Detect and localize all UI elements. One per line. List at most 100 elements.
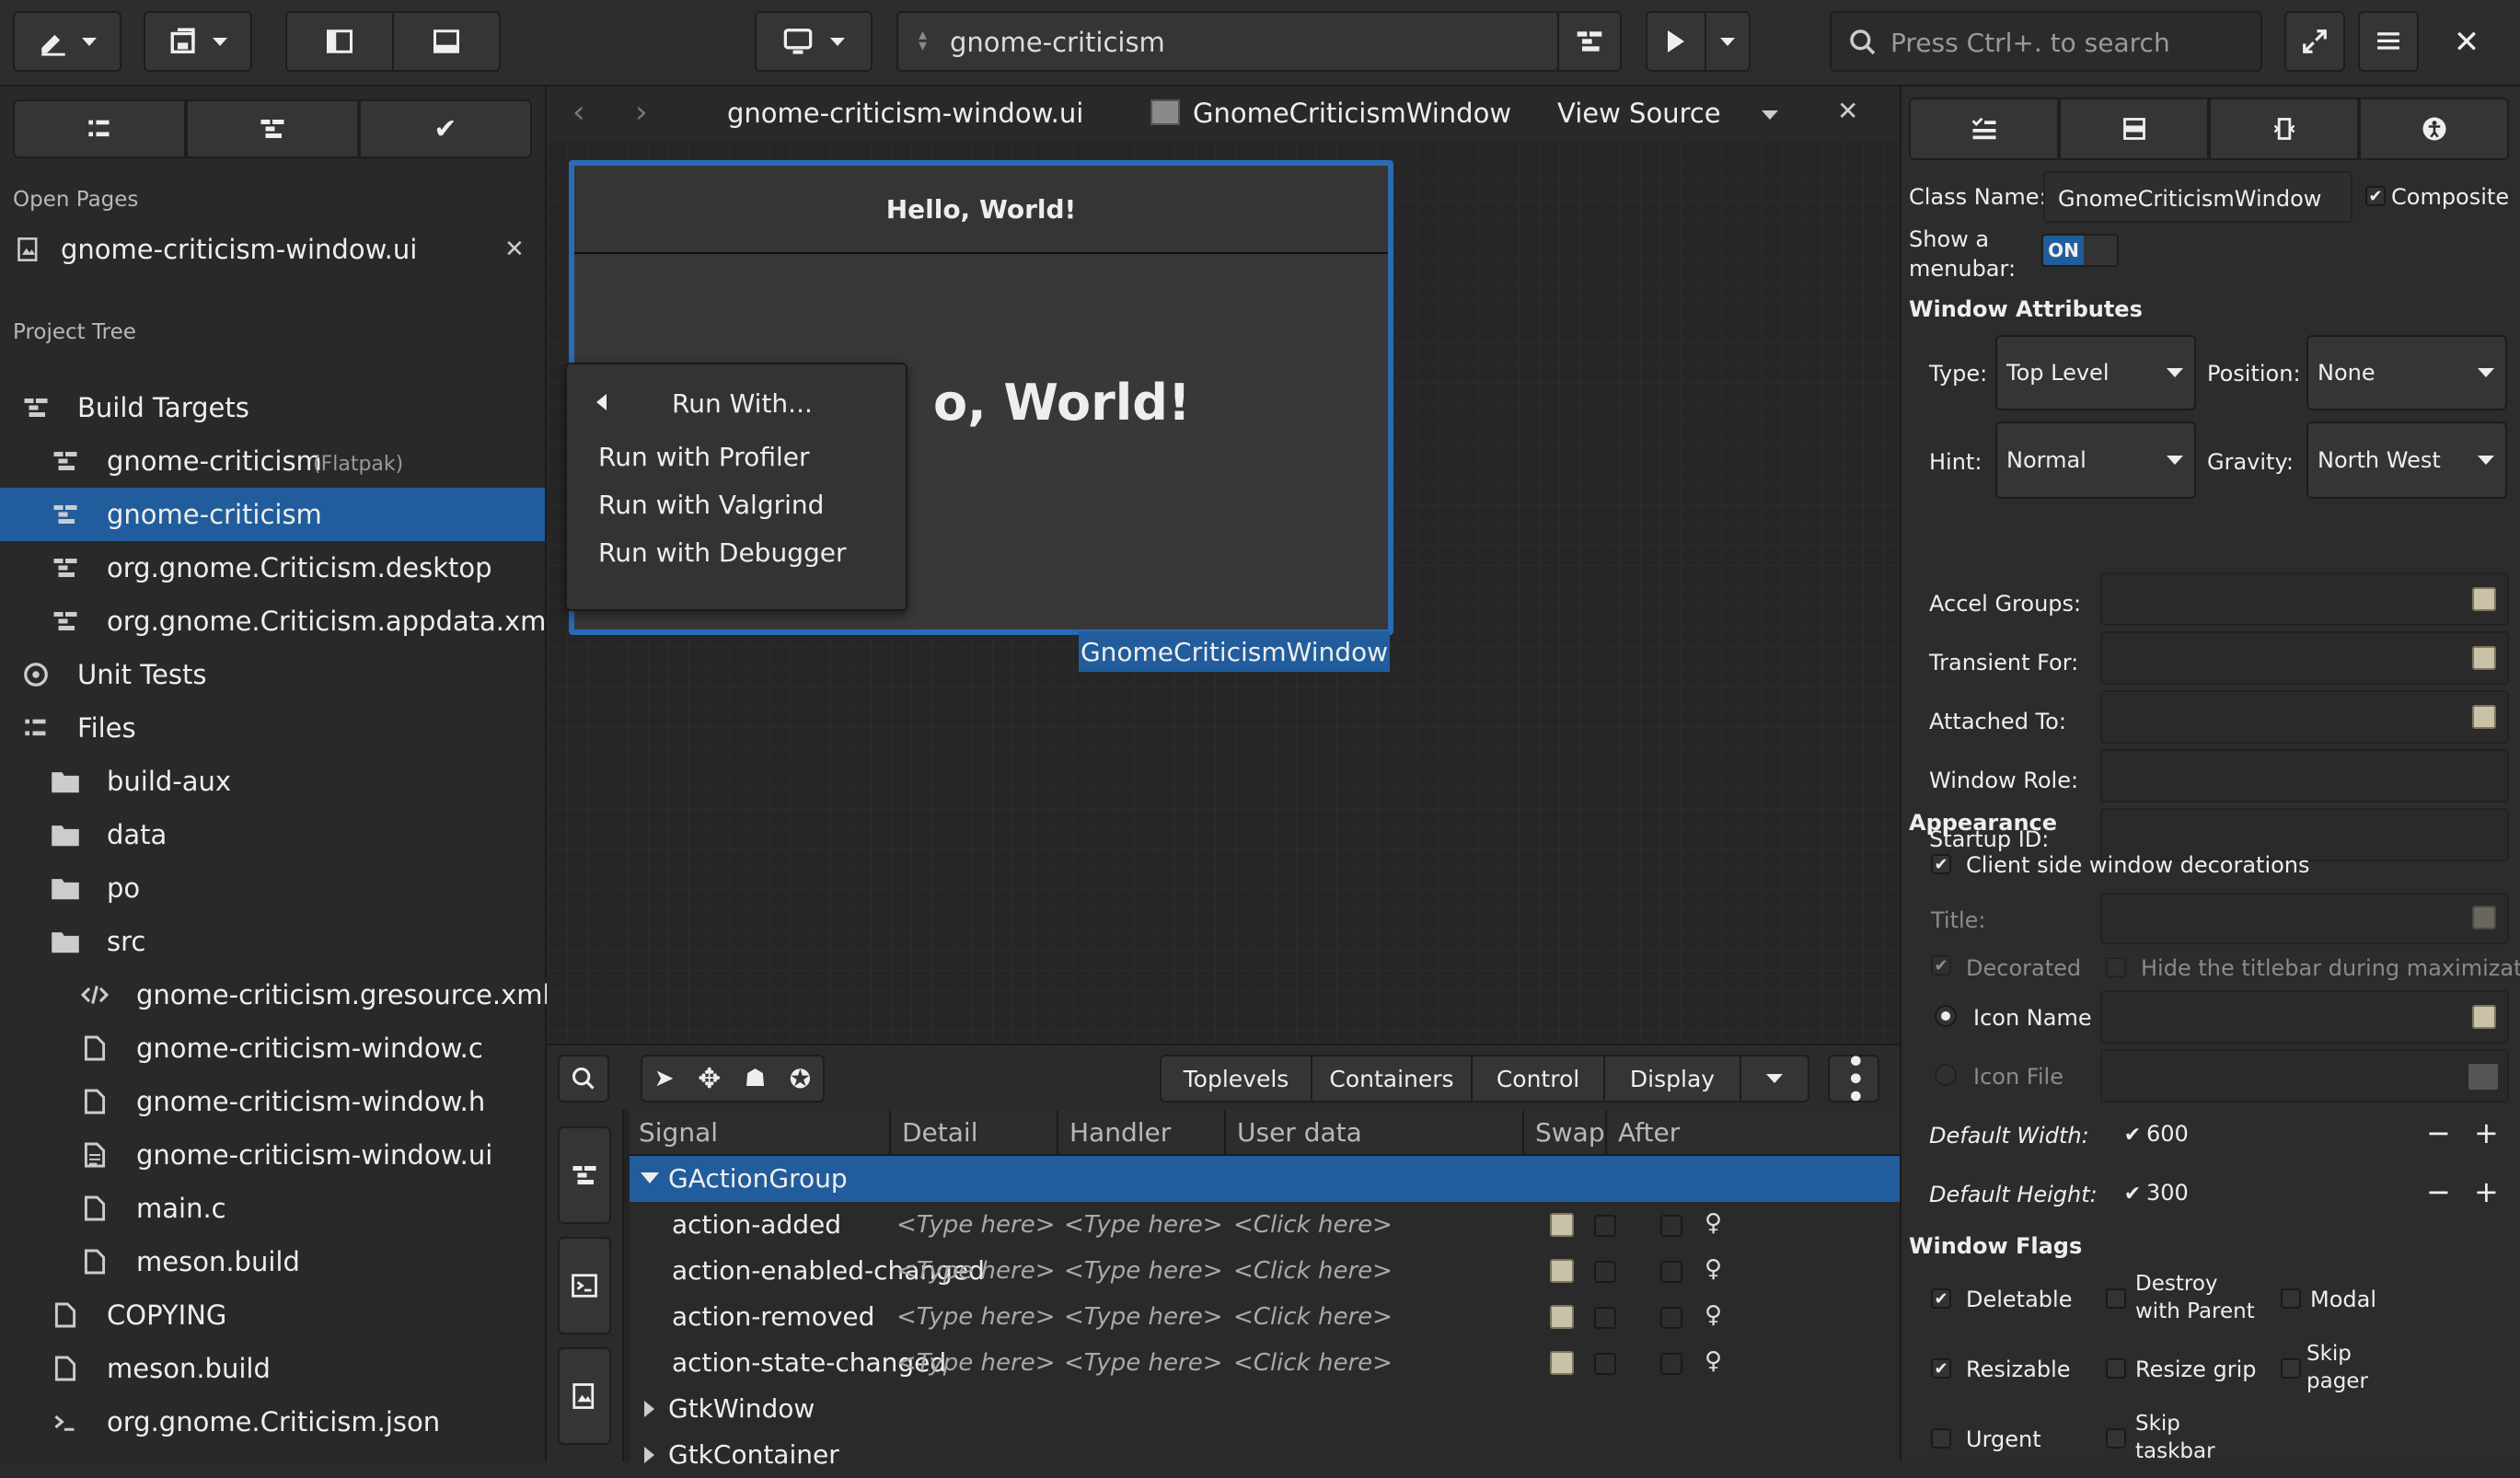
detail-cell[interactable]: <Type here> — [896, 1349, 1056, 1377]
signals-side-tab[interactable] — [558, 1126, 611, 1224]
device-selector-button[interactable] — [755, 11, 873, 72]
tree-item[interactable]: COPYING — [0, 1288, 545, 1342]
palette-menu-button[interactable]: ••• — [1828, 1052, 1879, 1105]
search-bar[interactable]: Press Ctrl+. to search — [1830, 11, 2262, 72]
tree-item[interactable]: Unit Tests — [0, 648, 545, 701]
edit-icon[interactable] — [1550, 1305, 1574, 1329]
bulb-icon[interactable]: ♀ — [1705, 1301, 1722, 1329]
user-data-cell[interactable]: <Click here> — [1233, 1303, 1393, 1331]
tree-item[interactable]: meson.build — [0, 1235, 545, 1288]
tree-item[interactable]: gnome-criticism-window.ui — [0, 1128, 545, 1182]
after-checkbox[interactable] — [1660, 1353, 1682, 1375]
col-swap[interactable]: Swap — [1535, 1117, 1605, 1148]
col-user-data[interactable]: User data — [1237, 1117, 1362, 1148]
project-bar[interactable]: ▴ ▾ gnome-criticism — [896, 11, 1561, 72]
after-checkbox[interactable] — [1660, 1215, 1682, 1237]
tree-item[interactable]: main.c — [0, 1182, 545, 1235]
handler-cell[interactable]: <Type here> — [1064, 1257, 1223, 1285]
open-page-item[interactable]: gnome-criticism-window.ui ✕ — [0, 223, 545, 276]
skip-pager-checkbox[interactable] — [2281, 1358, 2301, 1379]
attached-to-field[interactable] — [2100, 690, 2509, 744]
tree-item[interactable]: gnome-criticism (Flatpak) — [0, 434, 545, 488]
tree-item[interactable]: gnome-criticism-window.h — [0, 1075, 545, 1128]
tree-item[interactable]: org.gnome.Criticism.appdata.xml — [0, 595, 553, 648]
csd-checkbox[interactable]: ✔ — [1931, 854, 1951, 874]
terminal-side-tab[interactable] — [558, 1237, 611, 1334]
toggle-left-panel-button[interactable] — [285, 11, 394, 72]
bulb-icon[interactable]: ♀ — [1705, 1255, 1722, 1283]
deletable-checkbox[interactable]: ✔ — [1931, 1288, 1951, 1309]
icon-file-radio[interactable] — [1935, 1064, 1957, 1086]
user-data-cell[interactable]: <Click here> — [1233, 1211, 1393, 1239]
drag-icon[interactable]: ☗ — [745, 1065, 766, 1092]
default-width-spin[interactable]: 600 − + — [2126, 1108, 2509, 1161]
user-data-cell[interactable]: <Click here> — [1233, 1349, 1393, 1377]
close-page-icon[interactable]: ✕ — [504, 236, 525, 263]
signal-group-row[interactable]: GtkWindow — [630, 1386, 1900, 1432]
build-targets-tab[interactable] — [186, 99, 359, 158]
skip-taskbar-checkbox[interactable] — [2106, 1428, 2126, 1449]
edit-menu-button[interactable] — [13, 11, 121, 72]
window-role-field[interactable] — [2100, 749, 2509, 803]
edit-icon[interactable] — [2472, 705, 2496, 729]
tab-control[interactable]: Control — [1473, 1057, 1605, 1101]
signal-row[interactable]: action-removed <Type here> <Type here> <Cli… — [630, 1294, 1900, 1340]
forward-arrow-icon[interactable]: › — [635, 94, 648, 131]
default-height-spin[interactable]: 300 − + — [2126, 1167, 2509, 1220]
urgent-checkbox[interactable] — [1931, 1428, 1951, 1449]
accel-groups-field[interactable] — [2100, 572, 2509, 626]
position-combo[interactable]: None — [2306, 335, 2507, 410]
palette-search-button[interactable] — [558, 1055, 609, 1103]
edit-icon[interactable] — [1550, 1351, 1574, 1375]
tree-item[interactable]: data — [0, 808, 545, 861]
close-tab-icon[interactable]: ✕ — [1837, 96, 1858, 126]
tree-item[interactable]: org.gnome.Criticism.desktop — [0, 541, 545, 595]
pointer-icon[interactable]: ➤ — [654, 1065, 675, 1092]
tree-item[interactable]: po — [0, 861, 545, 915]
tab-toplevels[interactable]: Toplevels — [1162, 1057, 1312, 1101]
run-button[interactable] — [1646, 11, 1706, 72]
back-arrow-icon[interactable]: ‹ — [572, 94, 585, 131]
gravity-combo[interactable]: North West — [2306, 421, 2507, 499]
tree-item[interactable]: Build Targets — [0, 381, 545, 434]
col-after[interactable]: After — [1618, 1117, 1680, 1148]
tab-display[interactable]: Display — [1605, 1057, 1741, 1101]
project-tree-tab[interactable] — [13, 99, 186, 158]
ui-file-side-tab[interactable] — [558, 1347, 611, 1445]
plus-icon[interactable]: + — [2474, 1174, 2499, 1209]
tree-item[interactable]: org.gnome.Criticism.json — [0, 1395, 545, 1449]
edit-icon[interactable] — [1550, 1259, 1574, 1283]
chevron-down-icon[interactable] — [1762, 110, 1778, 120]
col-detail[interactable]: Detail — [902, 1117, 977, 1148]
fullscreen-button[interactable] — [2284, 11, 2345, 72]
destroy-with-parent-checkbox[interactable] — [2106, 1288, 2126, 1309]
handler-cell[interactable]: <Type here> — [1064, 1303, 1223, 1331]
tree-item[interactable]: gnome-criticism-window.c — [0, 1022, 545, 1075]
main-menu-button[interactable] — [2358, 11, 2419, 72]
tree-item[interactable]: src — [0, 915, 545, 968]
minus-icon[interactable]: − — [2426, 1115, 2451, 1150]
signal-group-row[interactable]: GActionGroup — [630, 1156, 1900, 1202]
run-with-back-item[interactable]: Run With... — [567, 383, 909, 427]
tab-containers[interactable]: Containers — [1312, 1057, 1473, 1101]
user-data-cell[interactable]: <Click here> — [1233, 1257, 1393, 1285]
menu-item-profiler[interactable]: Run with Profiler — [598, 442, 809, 472]
icon-name-field[interactable] — [2100, 990, 2509, 1044]
tree-item[interactable]: gnome-criticism.gresource.xml — [0, 968, 550, 1022]
common-tab[interactable] — [2209, 98, 2359, 160]
edit-icon[interactable] — [2472, 587, 2496, 611]
minus-icon[interactable]: − — [2426, 1174, 2451, 1209]
resizable-checkbox[interactable]: ✔ — [1931, 1358, 1951, 1379]
col-signal[interactable]: Signal — [639, 1117, 718, 1148]
close-icon[interactable]: ✕ — [2446, 22, 2487, 63]
type-combo[interactable]: Top Level — [1995, 335, 2196, 410]
menubar-toggle[interactable]: ON — [2041, 234, 2119, 267]
tree-item[interactable]: meson.build — [0, 1342, 545, 1395]
col-handler[interactable]: Handler — [1069, 1117, 1171, 1148]
swap-checkbox[interactable] — [1594, 1307, 1616, 1329]
plus-icon[interactable]: + — [2474, 1115, 2499, 1150]
swap-checkbox[interactable] — [1594, 1261, 1616, 1283]
toggle-bottom-panel-button[interactable] — [392, 11, 501, 72]
build-button[interactable] — [1557, 11, 1622, 72]
bulb-icon[interactable]: ♀ — [1705, 1347, 1722, 1375]
